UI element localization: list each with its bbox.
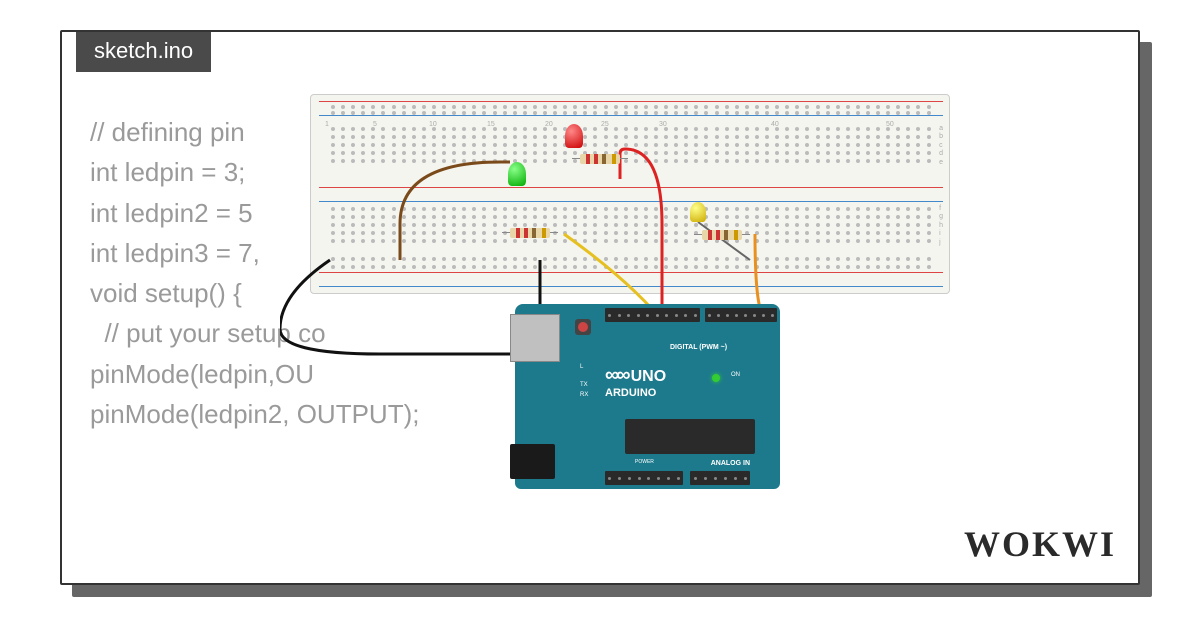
digital-pins-left[interactable] — [605, 308, 700, 322]
bb-col-15: 15 — [487, 121, 495, 128]
project-card: sketch.ino // defining pin int ledpin = … — [60, 30, 1140, 585]
power-label: POWER — [635, 459, 654, 465]
led-red[interactable] — [565, 124, 583, 148]
infinity-icon: ∞∞ — [605, 364, 628, 386]
on-label: ON — [731, 372, 740, 378]
bb-col-30: 30 — [659, 121, 667, 128]
usb-port — [510, 314, 560, 362]
file-tab[interactable]: sketch.ino — [76, 30, 211, 72]
bb-col-50: 50 — [886, 121, 894, 128]
led-green[interactable] — [508, 162, 526, 186]
resistor-2[interactable] — [510, 228, 550, 238]
rx-label: RX — [580, 392, 588, 398]
power-led-icon — [712, 374, 720, 382]
brand-label: ARDUINO — [605, 387, 656, 399]
resistor-3[interactable] — [702, 230, 742, 240]
tx-label: TX — [580, 382, 588, 388]
bb-rows-top: abcde — [939, 125, 943, 167]
analog-pins[interactable] — [690, 471, 750, 485]
bb-col-5: 5 — [373, 121, 377, 128]
board-name: UNO — [631, 368, 667, 385]
arduino-logo: ∞∞ UNO ARDUINO — [605, 364, 666, 399]
bb-rows-bot: fghij — [939, 205, 943, 247]
wokwi-logo: WOKWI — [964, 523, 1116, 565]
l-label: L — [580, 364, 583, 370]
power-pins[interactable] — [605, 471, 683, 485]
bb-col-1: 1 — [325, 121, 329, 128]
breadboard[interactable]: 1 5 10 15 20 25 30 40 50 abcde fghij — [310, 94, 950, 294]
power-jack — [510, 444, 555, 479]
resistor-1[interactable] — [580, 154, 620, 164]
bb-col-25: 25 — [601, 121, 609, 128]
reset-button[interactable] — [575, 319, 591, 335]
digital-pins-right[interactable] — [705, 308, 777, 322]
circuit-canvas[interactable]: 1 5 10 15 20 25 30 40 50 abcde fghij — [280, 94, 1000, 494]
tab-label: sketch.ino — [94, 38, 193, 63]
bb-col-10: 10 — [429, 121, 437, 128]
arduino-uno[interactable]: ∞∞ UNO ARDUINO DIGITAL (PWM ~) ANALOG IN… — [515, 304, 780, 489]
led-yellow[interactable] — [690, 202, 706, 222]
atmega-chip — [625, 419, 755, 454]
digital-label: DIGITAL (PWM ~) — [670, 344, 727, 351]
bb-col-20: 20 — [545, 121, 553, 128]
analog-label: ANALOG IN — [711, 460, 750, 467]
bb-col-40: 40 — [771, 121, 779, 128]
